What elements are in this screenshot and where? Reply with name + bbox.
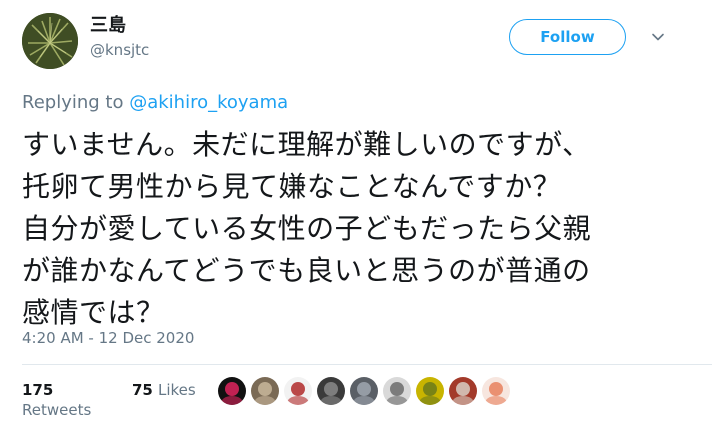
- likes-stat[interactable]: 75 Likes: [132, 380, 196, 400]
- author-handle[interactable]: @knsjtc: [90, 40, 149, 60]
- liker-avatar-4[interactable]: [317, 377, 345, 405]
- author-display-name[interactable]: 三島: [90, 14, 126, 38]
- liker-avatar-image: [284, 377, 312, 405]
- tweet-card: 三島 @knsjtc Follow Replying to @akihiro_k…: [0, 0, 712, 431]
- reply-mention-link[interactable]: @akihiro_koyama: [129, 92, 288, 113]
- liker-avatar-7[interactable]: [416, 377, 444, 405]
- liker-avatar-image: [218, 377, 246, 405]
- retweets-count: 175: [22, 381, 54, 399]
- tweet-timestamp[interactable]: 4:20 AM - 12 Dec 2020: [22, 328, 194, 348]
- avatar-image: [22, 13, 78, 69]
- retweets-stat[interactable]: 175 Retweets: [22, 380, 91, 420]
- replying-to: Replying to @akihiro_koyama: [22, 91, 288, 115]
- liker-avatar-image: [251, 377, 279, 405]
- liker-avatar-9[interactable]: [482, 377, 510, 405]
- liker-avatar-image: [416, 377, 444, 405]
- liker-avatar-5[interactable]: [350, 377, 378, 405]
- tweet-text-line: が誰かなんてどうでも良いと思うのが普通の: [22, 254, 591, 287]
- tweet-text-line: 自分が愛している女性の子どもだったら父親: [22, 212, 592, 245]
- liker-avatar-1[interactable]: [218, 377, 246, 405]
- liker-avatar-image: [383, 377, 411, 405]
- tweet-text-line: すいません。未だに理解が難しいのですが、: [22, 128, 591, 161]
- divider: [22, 364, 712, 365]
- replying-prefix: Replying to: [22, 92, 130, 113]
- liker-avatar-6[interactable]: [383, 377, 411, 405]
- liker-avatar-image: [317, 377, 345, 405]
- liker-avatar-2[interactable]: [251, 377, 279, 405]
- liker-avatar-image: [350, 377, 378, 405]
- liker-avatar-8[interactable]: [449, 377, 477, 405]
- retweets-label: Retweets: [22, 401, 92, 419]
- likes-label: Likes: [157, 381, 196, 399]
- tweet-text-line: 托卵て男性から見て嫌なことなんですか？: [22, 170, 562, 203]
- liker-avatar-image: [482, 377, 510, 405]
- liker-avatar-3[interactable]: [284, 377, 312, 405]
- chevron-down-icon[interactable]: [650, 29, 666, 45]
- author-avatar[interactable]: [22, 13, 78, 69]
- tweet-text: すいません。未だに理解が難しいのですが、 托卵て男性から見て嫌なことなんですか？…: [22, 124, 702, 334]
- follow-button[interactable]: Follow: [509, 19, 626, 55]
- liker-avatar-image: [449, 377, 477, 405]
- likes-count: 75: [132, 381, 153, 399]
